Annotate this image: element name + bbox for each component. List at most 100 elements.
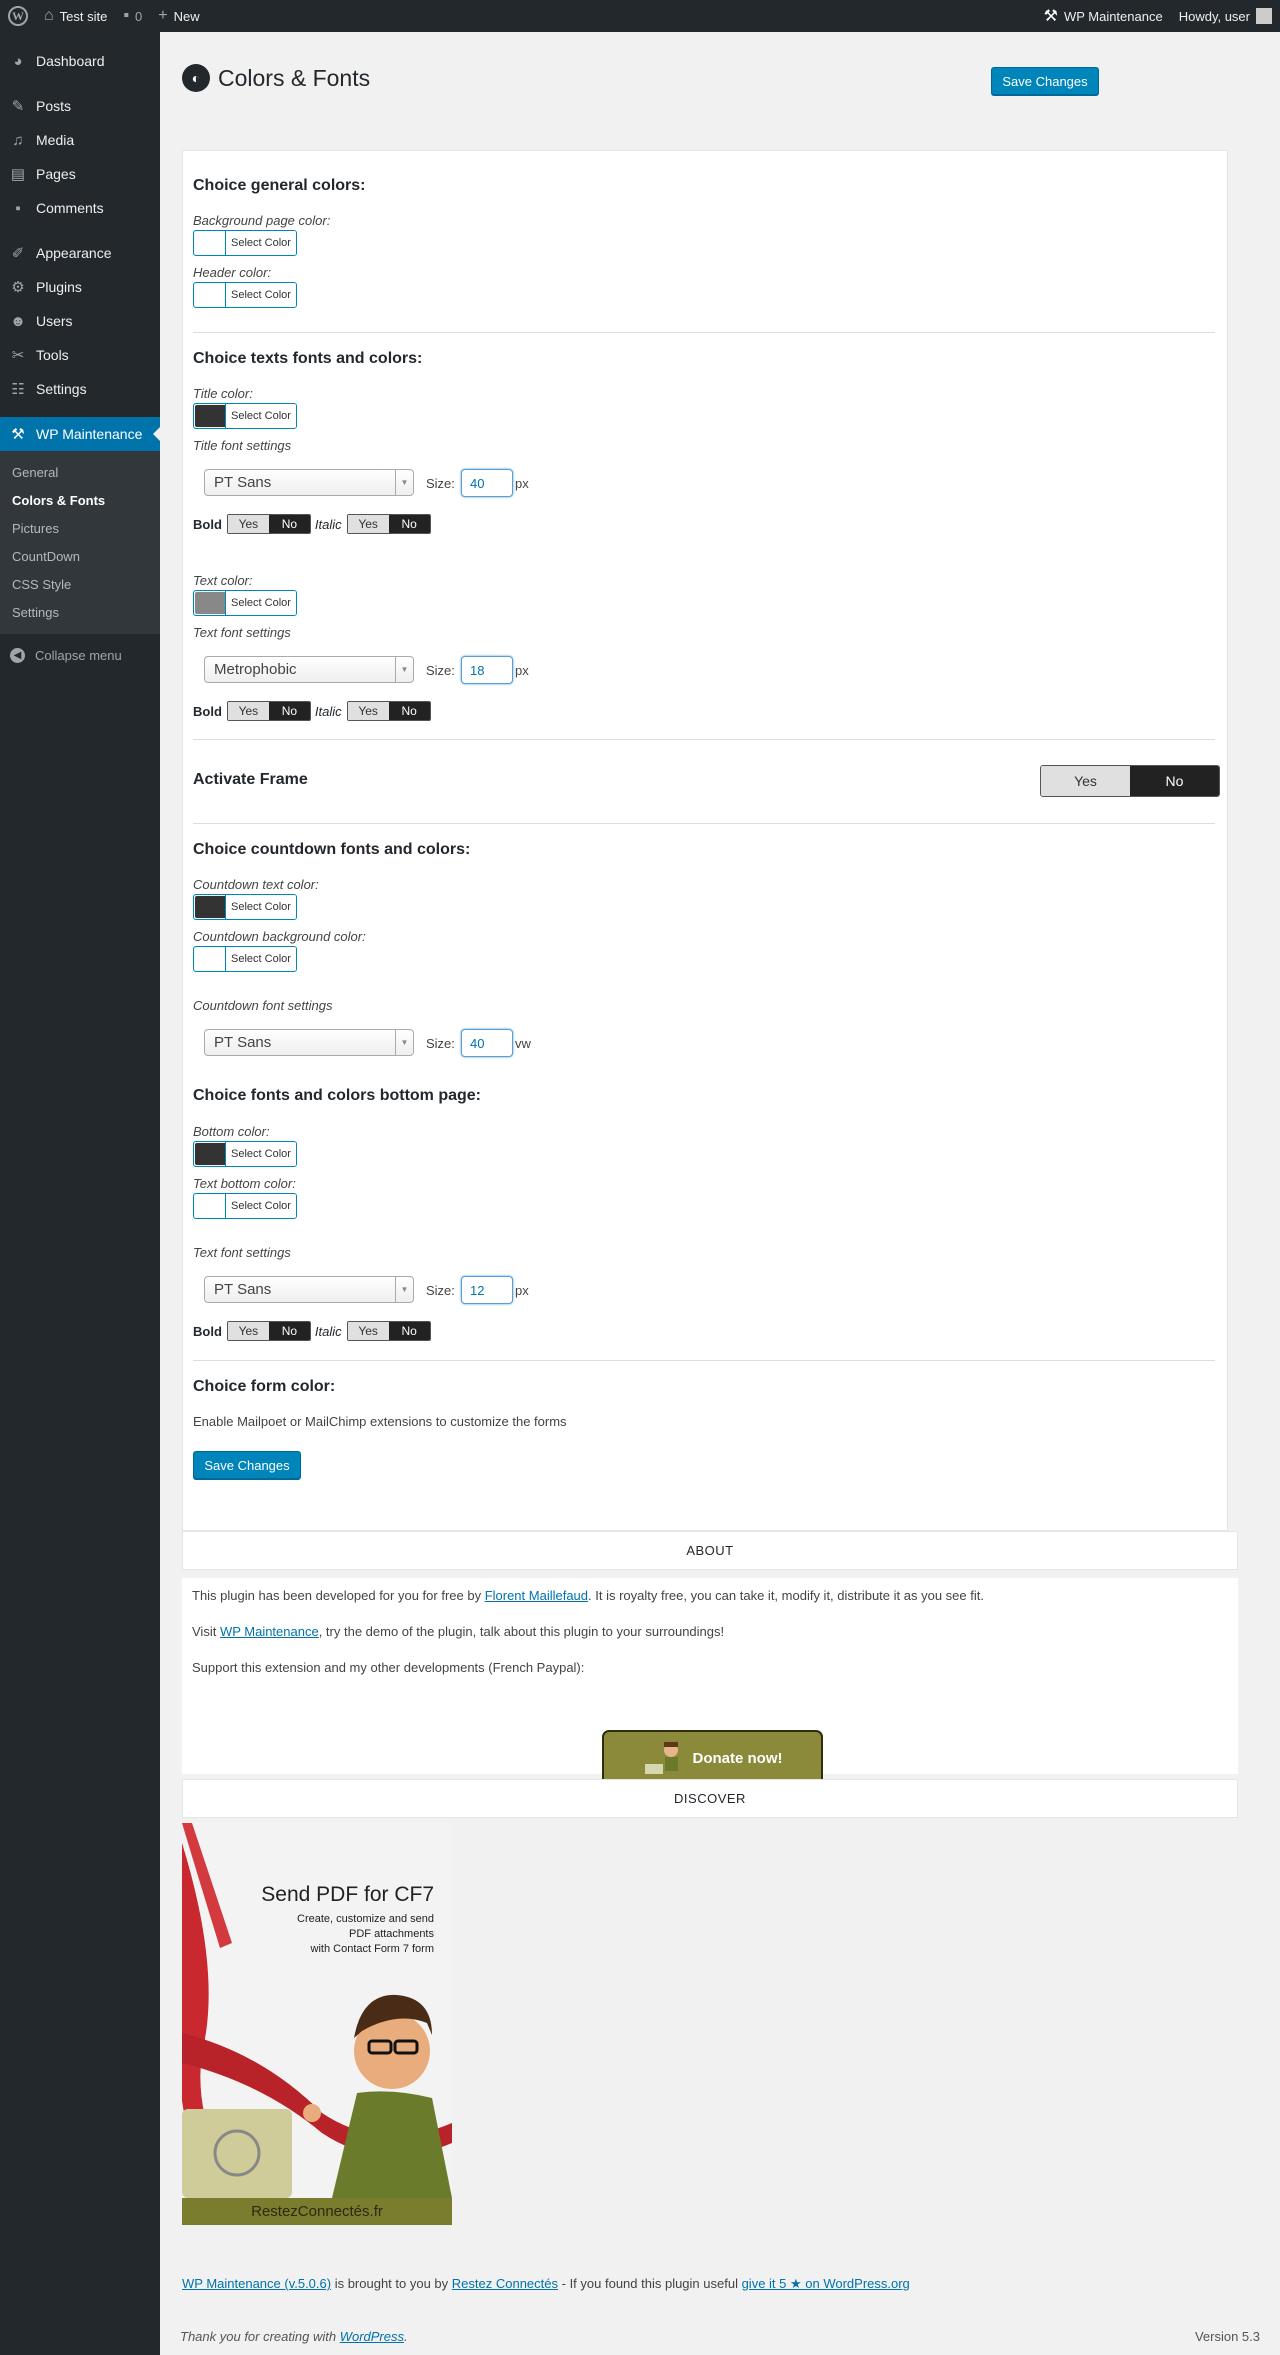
select-color-button[interactable]: Select Color — [225, 591, 296, 615]
bottom-color-picker[interactable]: Select Color — [193, 1141, 297, 1167]
text-color-picker[interactable]: Select Color — [193, 590, 297, 616]
sidebar-item-plugins[interactable]: ⚙ Plugins — [0, 270, 160, 304]
select-color-button[interactable]: Select Color — [225, 1142, 296, 1166]
pages-icon: ▤ — [10, 166, 26, 183]
site-name-link[interactable]: ⌂ Test site — [36, 0, 115, 32]
bottom-font-select[interactable]: PT Sans ▼ — [204, 1276, 414, 1303]
activate-frame-toggle[interactable]: Yes No — [1040, 765, 1220, 797]
toggle-no[interactable]: No — [388, 515, 430, 533]
submenu-pictures[interactable]: Pictures — [0, 514, 160, 542]
toggle-yes[interactable]: Yes — [227, 702, 269, 720]
sidebar-item-wp-maintenance[interactable]: ⚒ WP Maintenance — [0, 417, 161, 451]
about-header[interactable]: ABOUT — [182, 1531, 1238, 1570]
sidebar-item-dashboard[interactable]: ◕ Dashboard — [0, 44, 160, 78]
discover-header[interactable]: DISCOVER — [182, 1779, 1238, 1818]
size-label: Size: — [426, 476, 455, 491]
promo-subtitle: Create, customize and send PDF attachmen… — [297, 1913, 434, 1955]
plugin-icon: ⚙ — [11, 279, 25, 296]
bold-label: Bold — [193, 703, 222, 719]
sidebar-item-pages[interactable]: ▤ Pages — [0, 157, 160, 191]
title-color-picker[interactable]: Select Color — [193, 403, 297, 429]
text-italic-toggle[interactable]: Yes No — [346, 701, 431, 721]
donate-button[interactable]: Donate now! — [602, 1730, 823, 1786]
countdown-bg-color-picker[interactable]: Select Color — [193, 946, 297, 972]
countdown-size-input[interactable]: 40 — [461, 1029, 513, 1057]
title-size-input[interactable]: 40 — [461, 469, 513, 497]
toggle-no[interactable]: No — [388, 1322, 430, 1340]
collapse-menu-button[interactable]: ◀ Collapse menu — [0, 638, 160, 672]
submenu-countdown[interactable]: CountDown — [0, 542, 160, 570]
toggle-yes[interactable]: Yes — [347, 1322, 389, 1340]
sidebar-item-posts[interactable]: ✎ Posts — [0, 89, 160, 123]
text-color-label: Text color: — [193, 573, 253, 588]
sidebar-item-settings[interactable]: ☷ Settings — [0, 372, 160, 406]
select-color-button[interactable]: Select Color — [225, 947, 296, 971]
select-color-button[interactable]: Select Color — [225, 404, 296, 428]
sidebar-item-tools[interactable]: ✂ Tools — [0, 338, 160, 372]
send-pdf-promo-banner[interactable]: Send PDF for CF7 Create, customize and s… — [182, 1823, 452, 2225]
text-font-select[interactable]: Metrophobic ▼ — [204, 656, 414, 683]
background-color-picker[interactable]: Select Color — [193, 230, 297, 256]
wp-maintenance-adminbar-link[interactable]: ⚒ WP Maintenance — [1036, 0, 1171, 32]
toggle-yes[interactable]: Yes — [227, 1322, 269, 1340]
text-bottom-color-picker[interactable]: Select Color — [193, 1193, 297, 1219]
text-size-input[interactable]: 18 — [461, 656, 513, 684]
wp-maintenance-version-link[interactable]: WP Maintenance (v.5.0.6) — [182, 2276, 331, 2291]
select-color-button[interactable]: Select Color — [225, 231, 296, 255]
comments-link[interactable]: ▪ 0 — [115, 0, 150, 32]
selected-font: Metrophobic — [214, 661, 297, 678]
bottom-size-input[interactable]: 12 — [461, 1276, 513, 1304]
toggle-no[interactable]: No — [268, 1322, 310, 1340]
toggle-yes[interactable]: Yes — [227, 515, 269, 533]
background-color-label: Background page color: — [193, 213, 331, 228]
save-changes-top-button[interactable]: Save Changes — [991, 67, 1099, 95]
submenu-settings[interactable]: Settings — [0, 598, 160, 626]
toggle-no[interactable]: No — [268, 515, 310, 533]
countdown-font-settings-label: Countdown font settings — [193, 998, 333, 1013]
toggle-no[interactable]: No — [1130, 766, 1219, 796]
author-link[interactable]: Florent Maillefaud — [485, 1588, 588, 1603]
toggle-yes[interactable]: Yes — [347, 702, 389, 720]
toggle-no[interactable]: No — [268, 702, 310, 720]
text: , try the demo of the plugin, talk about… — [318, 1624, 725, 1639]
countdown-text-color-picker[interactable]: Select Color — [193, 894, 297, 920]
sidebar-item-media[interactable]: ♫ Media — [0, 123, 160, 157]
user-account-menu[interactable]: Howdy, user — [1171, 0, 1280, 32]
wordpress-logo-menu[interactable]: W — [0, 0, 36, 32]
bottom-italic-toggle[interactable]: Yes No — [346, 1321, 431, 1341]
title-font-settings-label: Title font settings — [193, 438, 292, 453]
select-color-button[interactable]: Select Color — [225, 1194, 296, 1218]
submenu-general[interactable]: General — [0, 458, 160, 486]
title-bold-toggle[interactable]: Yes No — [226, 514, 311, 534]
color-swatch — [195, 284, 225, 306]
countdown-font-select[interactable]: PT Sans ▼ — [204, 1029, 414, 1056]
toggle-yes[interactable]: Yes — [1041, 766, 1130, 796]
header-color-picker[interactable]: Select Color — [193, 282, 297, 308]
select-color-button[interactable]: Select Color — [225, 283, 296, 307]
toggle-no[interactable]: No — [388, 702, 430, 720]
activate-frame-title: Activate Frame — [193, 771, 308, 788]
save-changes-bottom-button[interactable]: Save Changes — [193, 1451, 301, 1479]
title-font-select[interactable]: PT Sans ▼ — [204, 469, 414, 496]
plugin-link[interactable]: WP Maintenance — [220, 1624, 319, 1639]
admin-sidebar: ◕ Dashboard ✎ Posts ♫ Media ▤ Pages ▪ Comment… — [0, 32, 161, 2355]
text-font-settings-label: Text font settings — [193, 625, 291, 640]
select-color-button[interactable]: Select Color — [225, 895, 296, 919]
wordpress-link[interactable]: WordPress — [340, 2329, 404, 2344]
sidebar-item-comments[interactable]: ▪ Comments — [0, 191, 160, 225]
sidebar-item-users[interactable]: ☻ Users — [0, 304, 160, 338]
text: - If you found this plugin useful — [558, 2276, 742, 2291]
submenu-css-style[interactable]: CSS Style — [0, 570, 160, 598]
new-content-link[interactable]: + New — [150, 0, 207, 32]
text-bold-toggle[interactable]: Yes No — [226, 701, 311, 721]
sidebar-item-appearance[interactable]: ✐ Appearance — [0, 236, 160, 270]
sidebar-item-label: WP Maintenance — [36, 426, 143, 442]
text: Thank you for creating with — [180, 2329, 340, 2344]
restez-connectes-link[interactable]: Restez Connectés — [452, 2276, 558, 2291]
rate-plugin-link[interactable]: give it 5 ★ on WordPress.org — [742, 2276, 910, 2291]
bottom-bold-toggle[interactable]: Yes No — [226, 1321, 311, 1341]
toggle-yes[interactable]: Yes — [347, 515, 389, 533]
sidebar-item-label: Appearance — [36, 245, 112, 261]
title-italic-toggle[interactable]: Yes No — [346, 514, 431, 534]
submenu-colors-fonts[interactable]: Colors & Fonts — [0, 486, 160, 514]
